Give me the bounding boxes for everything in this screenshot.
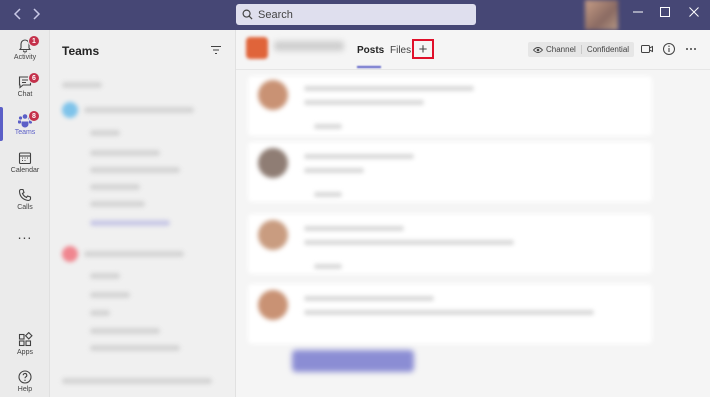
forward-icon[interactable]: [28, 6, 44, 22]
blurred-text: [314, 124, 342, 129]
calendar-icon: [18, 152, 32, 165]
channel-info-pill[interactable]: Channel Confidential: [528, 42, 635, 57]
blurred-team-name: [84, 107, 194, 113]
avatar[interactable]: [585, 0, 618, 30]
blurred-text: [304, 240, 514, 245]
filter-icon[interactable]: [210, 44, 222, 56]
blurred-avatar: [258, 290, 288, 320]
search-icon: [242, 9, 253, 20]
new-conversation-button[interactable]: [292, 350, 414, 372]
chat-badge: 6: [28, 72, 40, 84]
blurred-avatar: [258, 148, 288, 178]
blurred-channel: [90, 130, 120, 136]
activity-badge: 1: [28, 35, 40, 47]
rail-item-help[interactable]: Help: [0, 365, 50, 397]
divider: [580, 45, 582, 54]
blurred-channel: [90, 150, 160, 156]
channel-header: Posts Files + Channel Confidential: [236, 30, 710, 70]
blurred-channel: [90, 167, 180, 173]
blurred-team-name: [84, 251, 184, 257]
rail-label-teams: Teams: [14, 129, 36, 136]
blurred-channel: [90, 292, 130, 298]
title-bar: Search: [0, 0, 710, 30]
blurred-join-team: [62, 378, 212, 384]
plus-icon: +: [418, 40, 428, 58]
teams-list-panel: Teams: [50, 30, 236, 397]
phone-icon: [18, 188, 32, 202]
meet-button[interactable]: [640, 42, 654, 56]
app-rail: 1 Activity 6 Chat 8 Teams Calendar Calls…: [0, 30, 50, 397]
search-placeholder: Search: [258, 8, 293, 21]
rail-item-teams[interactable]: 8 Teams: [0, 108, 50, 144]
apps-icon: [18, 332, 33, 347]
blurred-channel-link: [90, 220, 170, 226]
blurred-text: [304, 86, 474, 91]
channel-view: Posts Files + Channel Confidential: [236, 30, 710, 397]
team-avatar: [246, 37, 268, 59]
rail-item-calls[interactable]: Calls: [0, 183, 50, 219]
blurred-team-avatar: [62, 246, 78, 262]
video-icon: [641, 45, 653, 53]
maximize-icon[interactable]: [655, 4, 675, 24]
ellipsis-icon: [686, 48, 696, 50]
teams-badge: 8: [28, 110, 40, 122]
minimize-icon[interactable]: [628, 4, 648, 24]
rail-item-chat[interactable]: 6 Chat: [0, 70, 50, 106]
rail-label-help: Help: [17, 386, 33, 393]
rail-item-activity[interactable]: 1 Activity: [0, 33, 50, 69]
rail-label-calls: Calls: [17, 204, 33, 211]
blurred-text: [314, 192, 342, 197]
blurred-text: [304, 296, 434, 301]
blurred-avatar: [258, 80, 288, 110]
rail-label-chat: Chat: [17, 91, 33, 98]
blurred-text: [304, 154, 414, 159]
blurred-channel: [90, 201, 145, 207]
blurred-channel: [90, 345, 180, 351]
tab-files[interactable]: Files: [390, 45, 411, 56]
sensitivity-label: Confidential: [586, 45, 630, 54]
blurred-channel: [90, 328, 160, 334]
tab-posts[interactable]: Posts: [357, 45, 384, 56]
more-apps-button[interactable]: ...: [0, 226, 50, 262]
blurred-avatar: [258, 220, 288, 250]
blurred-text: [304, 100, 424, 105]
close-icon[interactable]: [684, 4, 704, 24]
info-icon: [663, 43, 675, 55]
help-icon: [18, 370, 32, 384]
blurred-text: [304, 310, 594, 315]
blurred-channel-name: [274, 41, 344, 51]
more-options-button[interactable]: [684, 42, 698, 56]
rail-label-calendar: Calendar: [10, 167, 40, 174]
rail-label-apps: Apps: [17, 349, 33, 356]
channel-label: Channel: [546, 45, 576, 54]
blurred-text: [314, 264, 342, 269]
rail-item-calendar[interactable]: Calendar: [0, 146, 50, 182]
blurred-text: [304, 168, 364, 173]
blurred-post: [248, 76, 652, 136]
blurred-team-avatar: [62, 102, 78, 118]
blurred-channel: [90, 184, 140, 190]
eye-icon: [533, 46, 543, 53]
teams-panel-title: Teams: [62, 44, 100, 58]
rail-item-apps[interactable]: Apps: [0, 328, 50, 364]
active-tab-underline: [357, 66, 381, 68]
blurred-channel: [90, 273, 120, 279]
blurred-channel: [90, 310, 110, 316]
back-icon[interactable]: [10, 6, 26, 22]
more-icon: ...: [17, 226, 33, 242]
blurred-text: [304, 226, 404, 231]
add-tab-button[interactable]: +: [412, 39, 434, 59]
channel-info-button[interactable]: [662, 42, 676, 56]
search-input[interactable]: Search: [236, 4, 476, 25]
blurred-section-label: [62, 82, 102, 88]
rail-label-activity: Activity: [13, 54, 37, 61]
